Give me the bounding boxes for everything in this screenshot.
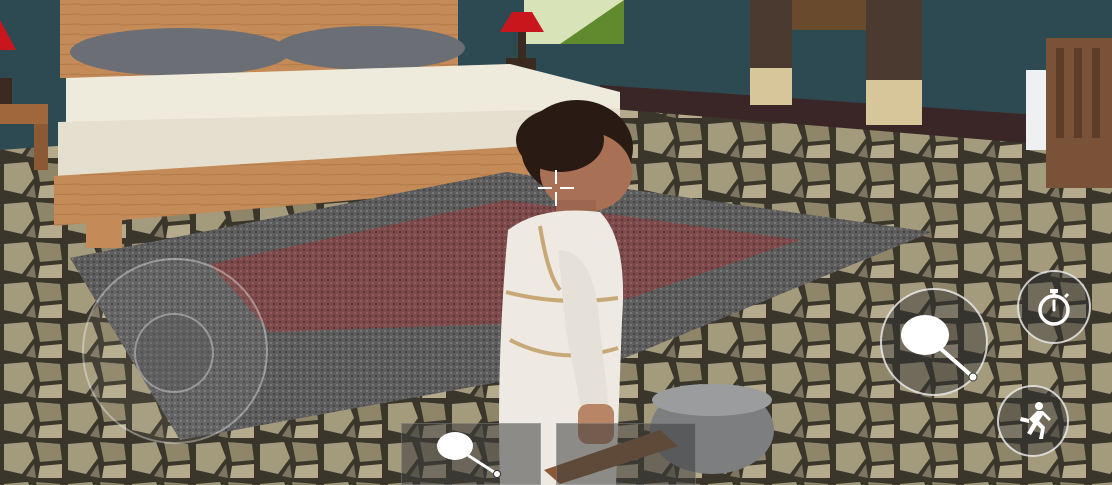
game-viewport[interactable] [0, 0, 1112, 485]
inventory-slot-2[interactable] [556, 423, 696, 485]
stopwatch-icon [1038, 289, 1070, 326]
inventory-slot-1[interactable] [401, 423, 541, 485]
timer-button[interactable] [1017, 270, 1091, 344]
frying-pan-icon [901, 315, 978, 382]
window [788, 0, 878, 30]
attack-button[interactable] [880, 288, 988, 396]
run-button[interactable] [997, 385, 1069, 457]
crosshair-icon [538, 170, 574, 206]
pillow-right [275, 26, 465, 70]
nightstand [0, 104, 48, 124]
running-figure-icon [1020, 402, 1051, 439]
joystick-knob[interactable] [134, 313, 214, 393]
frying-pan-icon [437, 432, 501, 478]
pillow-left [70, 28, 290, 76]
